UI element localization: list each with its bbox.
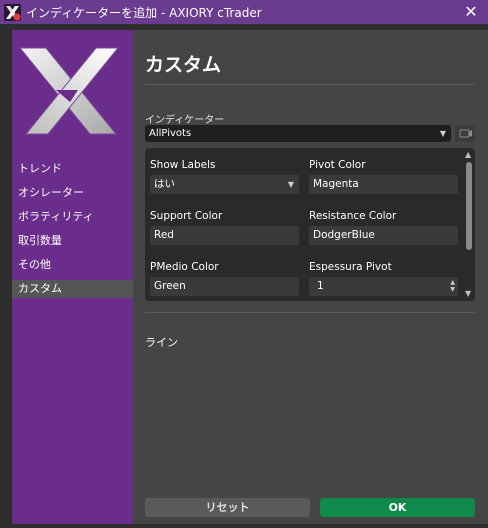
pivot-color-value: Magenta bbox=[313, 178, 359, 190]
visibility-toggle-icon[interactable] bbox=[455, 125, 475, 142]
param-label-support-color: Support Color bbox=[150, 210, 223, 222]
param-label-pmedio-color: PMedio Color bbox=[150, 261, 219, 273]
category-sidebar: トレンド オシレーター ボラティリティ 取引数量 その他 カスタム bbox=[12, 30, 133, 524]
param-label-pivot-color: Pivot Color bbox=[309, 159, 366, 171]
scrollbar-thumb[interactable] bbox=[466, 162, 472, 250]
close-icon[interactable]: ✕ bbox=[460, 1, 482, 23]
params-scrollbar[interactable]: ▲ ▼ bbox=[463, 148, 475, 301]
main-panel: カスタム インディケーター AllPivots ▼ Show Labels はい… bbox=[133, 30, 488, 524]
resistance-color-field[interactable]: DodgerBlue bbox=[309, 226, 458, 245]
indicator-select-value: AllPivots bbox=[149, 128, 192, 139]
show-labels-select[interactable]: はい ▼ bbox=[150, 175, 299, 194]
sidebar-item-custom[interactable]: カスタム bbox=[12, 280, 133, 298]
indicator-label: インディケーター bbox=[145, 115, 225, 126]
pmedio-color-value: Green bbox=[154, 280, 186, 292]
sidebar-item-other[interactable]: その他 bbox=[12, 256, 133, 274]
sidebar-item-volatility[interactable]: ボラティリティ bbox=[12, 208, 133, 226]
support-color-value: Red bbox=[154, 229, 174, 241]
param-label-espessura-pivot: Espessura Pivot bbox=[309, 261, 392, 273]
divider bbox=[145, 312, 475, 313]
chevron-down-icon: ▼ bbox=[287, 180, 294, 189]
app-icon bbox=[4, 4, 21, 21]
divider bbox=[145, 84, 475, 85]
espessura-pivot-stepper[interactable]: 1 ▲ ▼ bbox=[309, 277, 458, 296]
line-section-label: ライン bbox=[145, 336, 178, 349]
stepper-arrows-icon[interactable]: ▲ ▼ bbox=[450, 279, 455, 293]
sidebar-item-volume[interactable]: 取引数量 bbox=[12, 232, 133, 250]
indicator-select[interactable]: AllPivots ▼ bbox=[145, 125, 451, 142]
parameters-panel: Show Labels はい ▼ Pivot Color Magenta Sup… bbox=[145, 148, 475, 301]
ok-button[interactable]: OK bbox=[320, 498, 475, 517]
reset-button[interactable]: リセット bbox=[145, 498, 310, 517]
param-label-show-labels: Show Labels bbox=[150, 159, 216, 171]
show-labels-value: はい bbox=[154, 178, 175, 190]
sidebar-item-trend[interactable]: トレンド bbox=[12, 160, 133, 178]
param-label-resistance-color: Resistance Color bbox=[309, 210, 397, 222]
axiory-x-logo bbox=[18, 42, 128, 142]
scroll-up-icon[interactable]: ▲ bbox=[465, 150, 471, 159]
espessura-pivot-value: 1 bbox=[317, 280, 324, 292]
title-bar: インディケーターを追加 - AXIORY cTrader ✕ bbox=[0, 0, 488, 24]
scroll-down-icon[interactable]: ▼ bbox=[465, 289, 471, 298]
page-title: カスタム bbox=[145, 54, 222, 76]
pmedio-color-field[interactable]: Green bbox=[150, 277, 299, 296]
support-color-field[interactable]: Red bbox=[150, 226, 299, 245]
sidebar-item-oscillator[interactable]: オシレーター bbox=[12, 184, 133, 202]
chevron-down-icon: ▼ bbox=[439, 129, 446, 138]
resistance-color-value: DodgerBlue bbox=[313, 229, 375, 241]
pivot-color-field[interactable]: Magenta bbox=[309, 175, 458, 194]
window-title: インディケーターを追加 - AXIORY cTrader bbox=[26, 6, 262, 20]
